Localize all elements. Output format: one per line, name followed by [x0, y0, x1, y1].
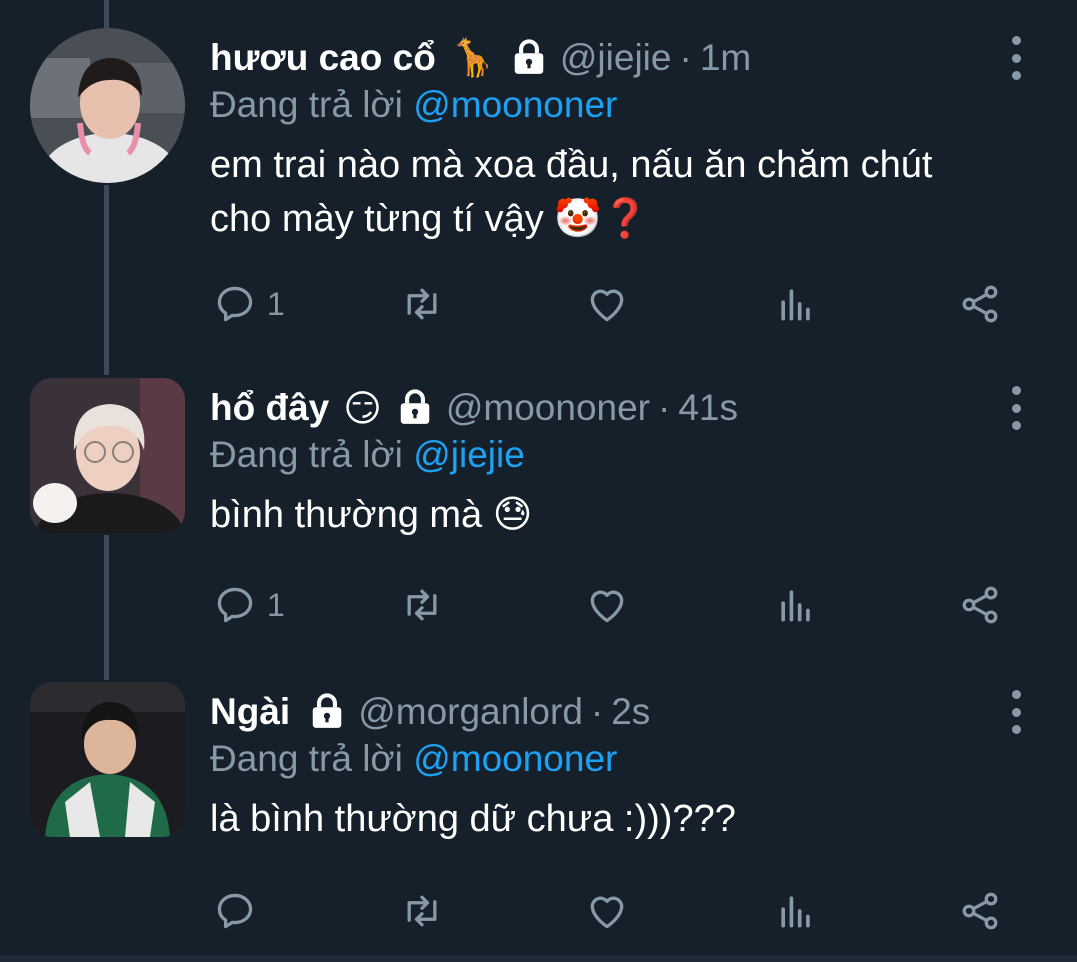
- reply-prefix: Đang trả lời: [210, 84, 403, 125]
- tweet[interactable]: Ngài @morganlord · 2s Đang trả lời @moon…: [0, 682, 1077, 942]
- reply-count: 1: [267, 285, 285, 322]
- handle[interactable]: @morganlord: [358, 691, 583, 733]
- timestamp[interactable]: 2s: [611, 691, 650, 733]
- analytics-icon: [781, 896, 810, 928]
- tweet-header: hổ đây 😏 @moononer · 41s: [210, 378, 738, 438]
- reply-button[interactable]: 1: [213, 280, 285, 328]
- analytics-icon: [781, 289, 810, 321]
- like-icon: [590, 896, 624, 929]
- tweet-text: là bình thường dữ chưa :)))???: [210, 792, 736, 846]
- tweet-text: bình thường mà 😓: [210, 488, 532, 542]
- name-emoji: 🦒: [449, 36, 496, 78]
- share-icon: [962, 586, 998, 624]
- reply-prefix: Đang trả lời: [210, 434, 403, 475]
- more-icon[interactable]: [1004, 690, 1028, 734]
- analytics-button[interactable]: [774, 280, 818, 328]
- retweet-icon: [407, 288, 437, 320]
- reply-icon: [217, 587, 253, 623]
- name-emoji: 😏: [343, 387, 382, 429]
- reply-icon: [217, 286, 253, 322]
- tweet-actions: [0, 887, 1077, 937]
- reply-count: 1: [267, 586, 285, 623]
- tweet-text-line: bình thường mà 😓: [210, 494, 533, 536]
- avatar[interactable]: [30, 28, 185, 183]
- analytics-button[interactable]: [774, 887, 818, 935]
- lock-icon: [400, 389, 430, 424]
- tweet-text-line: cho mày từng tí vậy 🤡❓: [210, 198, 649, 240]
- lock-icon: [514, 39, 544, 74]
- lock-icon: [312, 693, 342, 728]
- share-icon: [962, 285, 998, 323]
- share-button[interactable]: [958, 280, 1002, 328]
- mention-link[interactable]: @moononer: [413, 84, 617, 125]
- tweet-text: em trai nào mà xoa đầu, nấu ăn chăm chút…: [210, 138, 932, 246]
- handle[interactable]: @moononer: [446, 387, 650, 429]
- separator: ·: [679, 37, 692, 78]
- retweet-button[interactable]: [400, 581, 444, 629]
- avatar[interactable]: [30, 378, 185, 533]
- share-button[interactable]: [958, 581, 1002, 629]
- separator: ·: [590, 691, 604, 732]
- tweet[interactable]: hổ đây 😏 @moononer · 41s Đang trả lời @j…: [0, 378, 1077, 668]
- reply-button[interactable]: 1: [213, 581, 285, 629]
- mention-link[interactable]: @moononer: [413, 738, 617, 779]
- display-name[interactable]: hổ đây: [210, 387, 329, 429]
- retweet-button[interactable]: [400, 280, 444, 328]
- retweet-icon: [407, 589, 437, 621]
- replying-to: Đang trả lời @moononer: [210, 738, 617, 780]
- handle[interactable]: @jiejie: [560, 37, 672, 79]
- timestamp[interactable]: 1m: [700, 37, 751, 79]
- tweet[interactable]: hươu cao cổ 🦒 @jiejie · 1m Đang trả lời …: [0, 28, 1077, 338]
- analytics-icon: [781, 590, 810, 622]
- separator: ·: [658, 387, 671, 428]
- avatar[interactable]: [30, 682, 185, 837]
- tweet-header: hươu cao cổ 🦒 @jiejie · 1m: [210, 28, 751, 88]
- like-button[interactable]: [585, 581, 629, 629]
- display-name[interactable]: hươu cao cổ: [210, 37, 436, 79]
- like-button[interactable]: [585, 280, 629, 328]
- retweet-button[interactable]: [400, 887, 444, 935]
- replying-to: Đang trả lời @jiejie: [210, 434, 525, 476]
- timestamp[interactable]: 41s: [678, 387, 738, 429]
- like-icon: [590, 590, 624, 623]
- divider: [0, 955, 1077, 962]
- tweet-header: Ngài @morganlord · 2s: [210, 682, 650, 742]
- reply-prefix: Đang trả lời: [210, 738, 403, 779]
- reply-button[interactable]: [213, 887, 257, 935]
- tweet-actions: 1: [0, 280, 1077, 330]
- share-button[interactable]: [958, 887, 1002, 935]
- more-icon[interactable]: [1004, 36, 1028, 80]
- reply-icon: [217, 893, 253, 929]
- like-button[interactable]: [585, 887, 629, 935]
- share-icon: [962, 892, 998, 930]
- analytics-button[interactable]: [774, 581, 818, 629]
- tweet-text-line: em trai nào mà xoa đầu, nấu ăn chăm chút: [210, 144, 933, 186]
- tweet-actions: 1: [0, 581, 1077, 631]
- retweet-icon: [407, 895, 437, 927]
- mention-link[interactable]: @jiejie: [413, 434, 525, 475]
- like-icon: [590, 289, 624, 322]
- replying-to: Đang trả lời @moononer: [210, 84, 617, 126]
- tweet-text-line: là bình thường dữ chưa :)))???: [210, 798, 736, 840]
- thread-line-top: [104, 0, 109, 30]
- more-icon[interactable]: [1004, 386, 1028, 430]
- display-name[interactable]: Ngài: [210, 691, 290, 733]
